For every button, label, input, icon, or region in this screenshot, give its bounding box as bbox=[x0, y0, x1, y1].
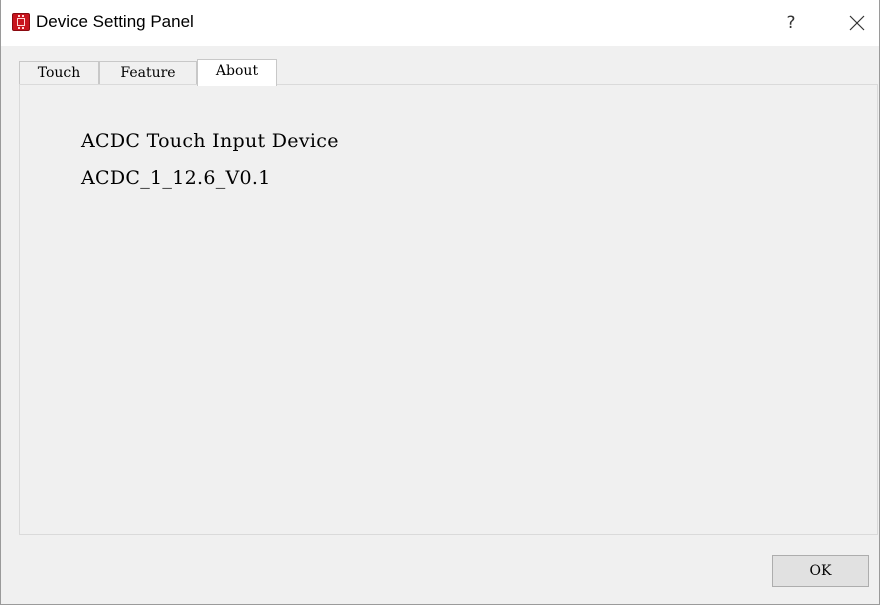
about-panel: ACDC Touch Input Device ACDC_1_12.6_V0.1 bbox=[19, 84, 878, 535]
close-button[interactable] bbox=[835, 6, 879, 40]
close-icon bbox=[849, 15, 865, 31]
window-title: Device Setting Panel bbox=[36, 12, 194, 31]
title-bar[interactable]: Device Setting Panel ? bbox=[1, 0, 879, 46]
device-name-label: ACDC Touch Input Device bbox=[81, 130, 339, 152]
device-version-label: ACDC_1_12.6_V0.1 bbox=[81, 167, 271, 189]
tab-feature[interactable]: Feature bbox=[99, 61, 197, 84]
tab-about[interactable]: About bbox=[197, 59, 277, 86]
help-button[interactable]: ? bbox=[771, 6, 811, 40]
ok-button[interactable]: OK bbox=[772, 555, 869, 587]
tab-touch[interactable]: Touch bbox=[19, 61, 99, 84]
device-setting-dialog: Device Setting Panel ? Touch Feature Abo… bbox=[0, 0, 880, 605]
chip-icon bbox=[12, 13, 30, 31]
